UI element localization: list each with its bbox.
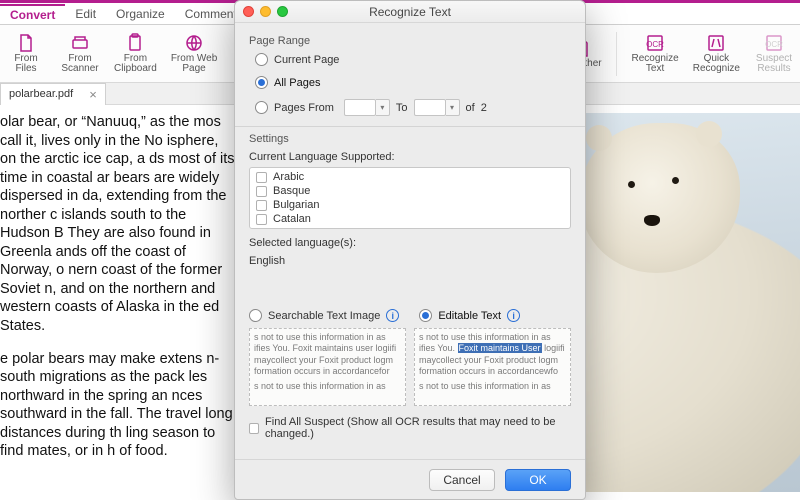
highlight: Foxit maintains User (458, 343, 542, 353)
ribbon-tab-convert[interactable]: Convert (0, 4, 65, 24)
dialog-body: Page Range Current Page All Pages Pages … (235, 23, 585, 459)
page-to-input[interactable] (414, 99, 446, 116)
cancel-button[interactable]: Cancel (429, 469, 495, 491)
from-webpage-label: From Web Page (171, 54, 218, 75)
checkbox-icon (256, 172, 267, 183)
ribbon-separator (616, 32, 617, 76)
info-icon[interactable]: i (507, 309, 520, 322)
quick-ocr-icon (705, 33, 727, 53)
preview-searchable: s not to use this information in as ifie… (249, 328, 406, 406)
preview-editable: s not to use this information in as ifie… (414, 328, 571, 406)
language-item[interactable]: Catalan (250, 212, 570, 226)
close-tab-icon[interactable]: × (89, 87, 97, 102)
ribbon-tab-edit[interactable]: Edit (65, 4, 106, 24)
from-files-button[interactable]: From Files (6, 33, 46, 75)
clipboard-icon (124, 33, 146, 53)
suspect-icon: OCR (763, 33, 785, 53)
language-item[interactable]: Arabic (250, 170, 570, 184)
window-zoom-icon[interactable] (277, 6, 288, 17)
from-webpage-button[interactable]: From Web Page (171, 33, 218, 75)
recognize-text-button[interactable]: OCR Recognize Text (631, 33, 678, 75)
globe-icon (183, 33, 205, 53)
recognize-text-dialog: Recognize Text Page Range Current Page A… (234, 0, 586, 500)
article-paragraph: olar bear, or “Nanuuq,” as the mos call … (0, 113, 235, 336)
ok-button[interactable]: OK (505, 469, 571, 491)
searchable-label: Searchable Text Image (268, 310, 380, 322)
file-icon (15, 33, 37, 53)
scanner-icon (69, 33, 91, 53)
from-files-label: From Files (14, 54, 37, 75)
from-clipboard-label: From Clipboard (114, 54, 157, 75)
radio-pages-from[interactable]: Pages From ▾ To ▾ of 2 (255, 99, 571, 116)
ocr-preview-row: s not to use this information in as ifie… (249, 328, 571, 406)
page-from-stepper[interactable]: ▾ (376, 99, 390, 116)
window-controls (243, 6, 288, 17)
language-item[interactable]: Basque (250, 184, 570, 198)
page-from-input[interactable] (344, 99, 376, 116)
checkbox-icon (249, 423, 259, 434)
language-supported-label: Current Language Supported: (249, 151, 571, 163)
to-label: To (396, 102, 408, 114)
radio-current-page[interactable]: Current Page (255, 53, 571, 66)
info-icon[interactable]: i (386, 309, 399, 322)
article-paragraph: e polar bears may make extens n-south mi… (0, 350, 235, 461)
quick-recognize-label: Quick Recognize (693, 54, 740, 75)
recognize-text-label: Recognize Text (631, 54, 678, 75)
dialog-footer: Cancel OK (235, 459, 585, 499)
radio-label: Current Page (274, 54, 339, 66)
find-all-label: Find All Suspect (Show all OCR results t… (265, 416, 571, 440)
ribbon-tab-organize[interactable]: Organize (106, 4, 175, 24)
from-scanner-label: From Scanner (61, 54, 98, 75)
radio-label: Pages From (274, 102, 334, 114)
window-minimize-icon[interactable] (260, 6, 271, 17)
checkbox-icon (256, 214, 267, 225)
radio-all-pages[interactable]: All Pages (255, 76, 571, 89)
language-item[interactable]: Bulgarian (250, 198, 570, 212)
selected-language-label: Selected language(s): (249, 237, 571, 249)
svg-text:OCR: OCR (646, 40, 664, 49)
article-text: olar bear, or “Nanuuq,” as the mos call … (0, 113, 235, 492)
selected-language-value: English (249, 255, 571, 267)
language-list[interactable]: Arabic Basque Bulgarian Catalan (249, 167, 571, 229)
settings-label: Settings (249, 133, 571, 145)
radio-icon (255, 53, 268, 66)
language-label: Arabic (273, 171, 304, 183)
suspect-results-label: Suspect Results (756, 54, 792, 75)
document-tab-name: polarbear.pdf (9, 88, 73, 100)
find-all-suspect-row[interactable]: Find All Suspect (Show all OCR results t… (249, 416, 571, 440)
radio-icon (255, 101, 268, 114)
suspect-results-button[interactable]: OCR Suspect Results (754, 33, 794, 75)
radio-label: All Pages (274, 77, 320, 89)
svg-text:OCR: OCR (765, 40, 783, 49)
total-pages: 2 (481, 102, 487, 114)
language-label: Bulgarian (273, 199, 319, 211)
checkbox-icon (256, 200, 267, 211)
window-close-icon[interactable] (243, 6, 254, 17)
page-range-label: Page Range (249, 35, 571, 47)
from-clipboard-button[interactable]: From Clipboard (114, 33, 157, 75)
language-label: Basque (273, 185, 310, 197)
quick-recognize-button[interactable]: Quick Recognize (693, 33, 740, 75)
radio-editable[interactable] (419, 309, 432, 322)
checkbox-icon (256, 186, 267, 197)
from-scanner-button[interactable]: From Scanner (60, 33, 100, 75)
radio-icon (255, 76, 268, 89)
language-label: Catalan (273, 213, 311, 225)
document-tab[interactable]: polarbear.pdf × (0, 83, 106, 105)
editable-label: Editable Text (438, 310, 501, 322)
dialog-titlebar[interactable]: Recognize Text (235, 1, 585, 23)
radio-searchable[interactable] (249, 309, 262, 322)
page-to-stepper[interactable]: ▾ (446, 99, 460, 116)
divider (235, 126, 585, 127)
of-label: of (466, 102, 475, 114)
ocr-icon: OCR (644, 33, 666, 53)
